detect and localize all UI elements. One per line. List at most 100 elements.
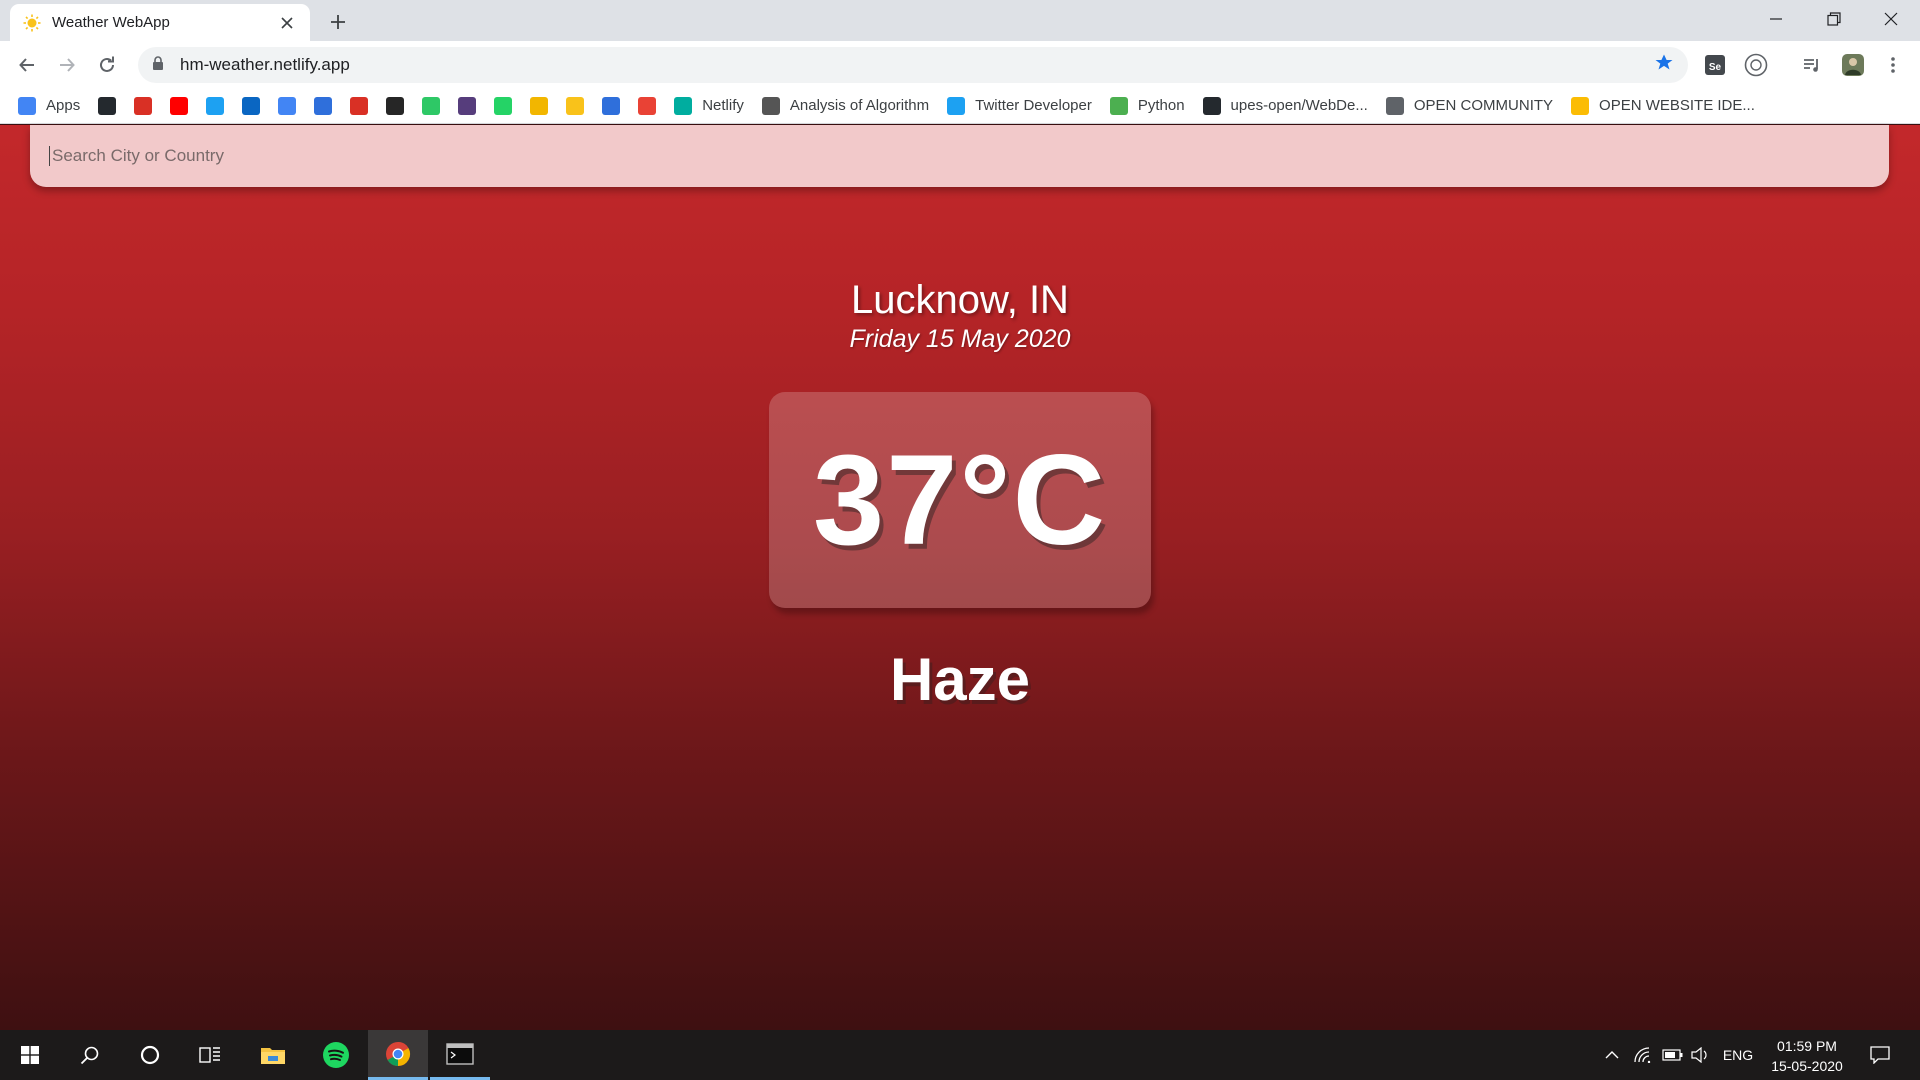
media-controls-icon[interactable] xyxy=(1797,50,1827,80)
bookmark-label: upes-open/WebDe... xyxy=(1230,97,1368,114)
browser-tab-strip: Weather WebApp xyxy=(0,0,1920,41)
infinity-icon xyxy=(602,96,621,115)
bookmark-label: Netlify xyxy=(702,97,744,114)
show-hidden-icons-icon[interactable] xyxy=(1600,1030,1624,1080)
gmail-icon xyxy=(350,96,369,115)
minimize-window-button[interactable] xyxy=(1747,0,1805,38)
close-window-button[interactable] xyxy=(1862,0,1920,38)
bookmark-label: Analysis of Algorithm xyxy=(789,97,930,114)
forward-button[interactable] xyxy=(52,50,82,80)
sun-icon xyxy=(22,13,42,33)
bookmark-item[interactable] xyxy=(278,92,297,120)
globe-icon xyxy=(1385,96,1404,115)
more-options-icon[interactable] xyxy=(1878,50,1908,80)
hackerearth-icon xyxy=(530,96,549,115)
bookmark-item[interactable] xyxy=(458,92,477,120)
tab-title: Weather WebApp xyxy=(52,14,170,31)
bookmark-item[interactable]: OPEN COMMUNITY xyxy=(1385,92,1554,120)
linkedin-icon xyxy=(242,96,261,115)
reload-button[interactable] xyxy=(92,50,122,80)
close-tab-icon[interactable] xyxy=(276,12,298,34)
weather-condition: Haze xyxy=(889,646,1031,713)
bookmark-item[interactable]: Analysis of Algorithm xyxy=(761,92,930,120)
chrome-icon[interactable] xyxy=(368,1030,428,1080)
bookmark-label: Python xyxy=(1137,97,1185,114)
bookmark-item[interactable] xyxy=(170,92,189,120)
profile-avatar-icon[interactable] xyxy=(1838,50,1868,80)
clock-time: 01:59 PM xyxy=(1777,1038,1837,1054)
spotify-icon[interactable] xyxy=(306,1030,366,1080)
search-bar xyxy=(30,125,1889,187)
bookmark-label: OPEN COMMUNITY xyxy=(1413,97,1554,114)
bookmark-item[interactable] xyxy=(494,92,513,120)
bookmark-item[interactable] xyxy=(350,92,369,120)
bookmark-item[interactable] xyxy=(422,92,441,120)
codechef-icon xyxy=(314,96,333,115)
language-indicator[interactable]: ENG xyxy=(1716,1030,1760,1080)
address-bar[interactable]: hm-weather.netlify.app xyxy=(138,47,1688,83)
bookmark-item[interactable] xyxy=(566,92,585,120)
date-label: Friday 15 May 2020 xyxy=(849,325,1071,353)
browser-toolbar: hm-weather.netlify.app Se xyxy=(0,41,1920,88)
bookmark-star-icon[interactable] xyxy=(1654,53,1674,78)
url-text: hm-weather.netlify.app xyxy=(180,55,350,74)
bookmark-item[interactable] xyxy=(530,92,549,120)
bookmark-item[interactable] xyxy=(206,92,225,120)
wifi-icon[interactable] xyxy=(1630,1030,1656,1080)
windows-taskbar: ENG 01:59 PM 15-05-2020 xyxy=(0,1030,1920,1080)
google-classroom-icon xyxy=(278,96,297,115)
clock-date: 15-05-2020 xyxy=(1771,1058,1843,1074)
location-label: Lucknow, IN xyxy=(851,278,1069,322)
file-explorer-icon[interactable] xyxy=(243,1030,303,1080)
search-input[interactable] xyxy=(49,146,1889,166)
bookmark-item[interactable] xyxy=(242,92,261,120)
temperature-box: 37°C xyxy=(769,392,1151,608)
doc-icon xyxy=(761,96,780,115)
bootstrap-icon xyxy=(458,96,477,115)
bookmark-label: Apps xyxy=(46,97,81,114)
temperature-value: 37°C xyxy=(813,428,1107,572)
bookmark-item[interactable]: Netlify xyxy=(674,92,744,120)
notification-center-icon[interactable] xyxy=(1862,1030,1898,1080)
bookmark-item[interactable]: Apps xyxy=(18,92,80,120)
sun-icon xyxy=(566,96,585,115)
restore-window-button[interactable] xyxy=(1805,0,1863,38)
youtube-icon xyxy=(170,96,189,115)
lock-icon xyxy=(152,55,164,75)
github-icon xyxy=(1202,96,1221,115)
search-icon[interactable] xyxy=(60,1030,120,1080)
terminal-icon[interactable] xyxy=(430,1030,490,1080)
back-button[interactable] xyxy=(12,50,42,80)
weather-page: Lucknow, IN Friday 15 May 2020 37°C Haze xyxy=(0,125,1920,1030)
bookmark-item[interactable] xyxy=(386,92,405,120)
bookmark-item[interactable] xyxy=(98,92,117,120)
hackerrank-icon xyxy=(422,96,441,115)
github-icon xyxy=(98,96,117,115)
gmail-icon xyxy=(134,96,153,115)
tab-weather-webapp[interactable]: Weather WebApp xyxy=(10,4,310,41)
extension-circle-icon[interactable] xyxy=(1741,50,1771,80)
new-tab-button[interactable] xyxy=(324,8,352,36)
cortana-icon[interactable] xyxy=(120,1030,180,1080)
task-view-icon[interactable] xyxy=(180,1030,240,1080)
bookmark-label: Twitter Developer xyxy=(975,97,1092,114)
twitter-icon xyxy=(947,96,966,115)
bookmark-item[interactable]: upes-open/WebDe... xyxy=(1202,92,1368,120)
windows-start-icon[interactable] xyxy=(0,1030,60,1080)
google-drive-icon xyxy=(1571,96,1590,115)
volume-icon[interactable] xyxy=(1688,1030,1712,1080)
bookmark-item[interactable] xyxy=(638,92,657,120)
svg-text:Se: Se xyxy=(1709,62,1722,73)
battery-icon[interactable] xyxy=(1660,1030,1686,1080)
taskbar-clock[interactable]: 01:59 PM 15-05-2020 xyxy=(1762,1036,1852,1076)
bookmark-item[interactable] xyxy=(314,92,333,120)
bookmark-item[interactable]: Twitter Developer xyxy=(947,92,1092,120)
blackboard-icon xyxy=(386,96,405,115)
bookmark-item[interactable] xyxy=(134,92,153,120)
bookmark-item[interactable]: Python xyxy=(1109,92,1185,120)
whatsapp-icon xyxy=(494,96,513,115)
bookmark-item[interactable]: OPEN WEBSITE IDE... xyxy=(1571,92,1755,120)
bookmark-item[interactable] xyxy=(602,92,621,120)
selenium-extension-icon[interactable]: Se xyxy=(1700,50,1730,80)
w3schools-icon xyxy=(1109,96,1128,115)
